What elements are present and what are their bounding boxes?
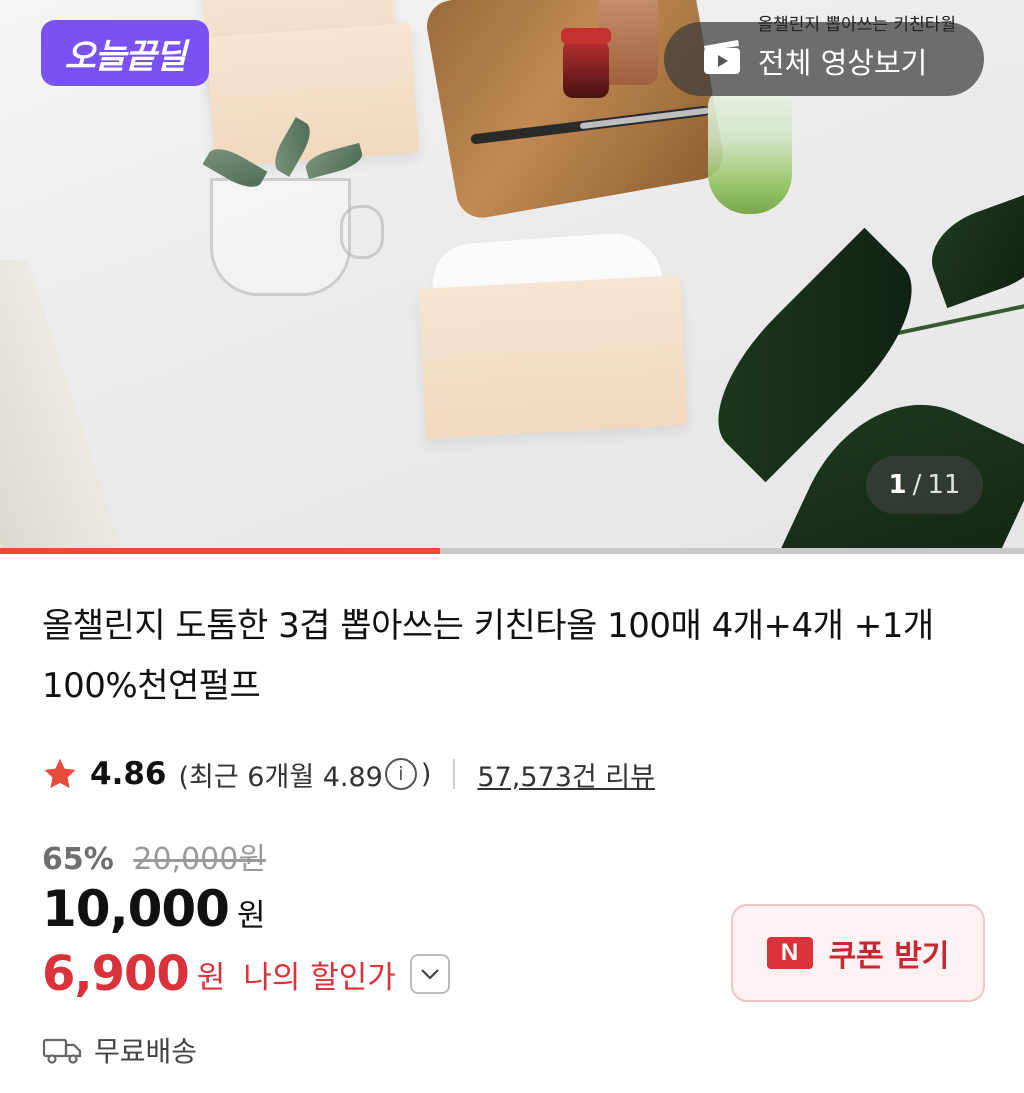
price-row: 10,000 원	[42, 880, 265, 938]
chevron-down-icon	[421, 969, 439, 980]
vase-photo	[708, 88, 792, 214]
my-discount-price-unit: 원	[196, 959, 226, 996]
info-icon[interactable]: i	[384, 758, 417, 790]
watch-full-video-button[interactable]: 올챌린지 뽑아쓰는 키친타월 전체 영상보기	[664, 15, 984, 96]
shipping-label: 무료배송	[94, 1035, 198, 1068]
delivery-truck-icon	[42, 1038, 82, 1064]
my-discount-label: 나의 할인가	[243, 959, 396, 996]
glass-mug-photo	[210, 178, 351, 296]
shipping-row: 무료배송	[42, 1030, 197, 1070]
watch-full-video-label: 전체 영상보기	[758, 46, 928, 80]
jam-jar-photo	[561, 28, 611, 98]
sale-price: 10,000	[42, 880, 230, 938]
star-icon	[44, 758, 76, 789]
carousel-progress-bar	[0, 548, 1024, 554]
get-coupon-button[interactable]: N 쿠폰 받기	[731, 904, 985, 1002]
get-coupon-label: 쿠폰 받기	[828, 939, 950, 974]
discount-percent: 65%	[42, 842, 114, 877]
coupon-n-icon: N	[766, 937, 813, 969]
page-current: 1	[888, 470, 907, 500]
my-discount-price: 6,900	[42, 946, 190, 1002]
page-separator: /	[912, 470, 922, 500]
play-clapper-icon	[704, 40, 740, 74]
towel-box-photo	[418, 275, 688, 439]
rating-value: 4.86	[90, 756, 167, 792]
carousel-progress-fill	[0, 548, 441, 554]
today-deal-badge: 오늘끝딜	[41, 20, 209, 86]
recent-rating-prefix: (최근 6개월 4.89	[178, 761, 383, 793]
video-caption: 올챌린지 뽑아쓰는 키친타월	[757, 15, 957, 35]
rating-row: 4.86 (최근 6개월 4.89 i ) 57,573건 리뷰	[42, 752, 655, 796]
review-count-link[interactable]: 57,573건 리뷰	[477, 755, 655, 794]
recent-rating-suffix: )	[420, 758, 432, 790]
towel-box-photo	[205, 23, 420, 167]
product-image-carousel[interactable]: 오늘끝딜 올챌린지 뽑아쓰는 키친타월 전체 영상보기 1 / 11	[0, 0, 1024, 548]
original-price: 20,000원	[133, 842, 266, 877]
plant-leaf-photo	[919, 191, 1024, 309]
page-total: 11	[927, 470, 961, 500]
sale-price-unit: 원	[236, 898, 266, 934]
my-price-row: 6,900 원 나의 할인가	[42, 946, 450, 1002]
image-page-counter: 1 / 11	[866, 456, 983, 514]
divider	[453, 759, 456, 789]
my-discount-expand-button[interactable]	[409, 954, 450, 994]
product-photo-background	[0, 260, 132, 548]
glass-mug-handle-photo	[340, 205, 384, 259]
product-title: 올챌린지 도톰한 3겹 뽑아쓰는 키친타올 100매 4개+4개 +1개 100…	[42, 606, 934, 706]
discount-row: 65% 20,000원	[42, 834, 266, 878]
